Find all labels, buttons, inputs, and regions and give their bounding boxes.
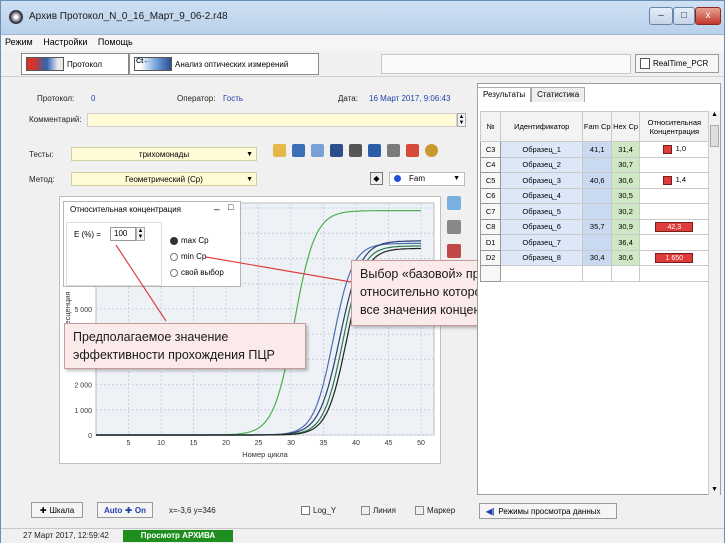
cell-well: C7 bbox=[479, 203, 502, 220]
cell-hex-cp: 30,7 bbox=[611, 156, 640, 173]
view-modes-label: Режимы просмотра данных bbox=[498, 506, 601, 516]
cell-well bbox=[479, 265, 502, 282]
table-row[interactable]: C8 Образец_6 35,7 30,9 42,3 bbox=[479, 218, 711, 235]
cell-fam-cp: 30,4 bbox=[581, 249, 613, 266]
col-fam-cp[interactable]: Fam Cp bbox=[581, 111, 613, 142]
cell-hex-cp: 30,5 bbox=[611, 187, 640, 204]
col-identifier[interactable]: Идентификатор bbox=[500, 111, 583, 142]
cell-relative-concentration: 1,0 bbox=[638, 141, 711, 158]
efficiency-callout: Предполагаемое значение эффективности пр… bbox=[64, 323, 306, 369]
cell-hex-cp: 36,4 bbox=[611, 234, 640, 251]
cell-identifier: Образец_3 bbox=[500, 172, 583, 189]
cell-hex-cp: 30,9 bbox=[611, 218, 640, 235]
log-y-checkbox[interactable]: Log_Y bbox=[301, 506, 336, 516]
scroll-thumb[interactable] bbox=[710, 125, 719, 147]
cell-well: C3 bbox=[479, 141, 502, 158]
cell-identifier: Образец_6 bbox=[500, 218, 583, 235]
cell-well: C8 bbox=[479, 218, 502, 235]
cell-fam-cp bbox=[581, 234, 613, 251]
col-relative-concentration[interactable]: Относительная Концентрация bbox=[638, 111, 711, 142]
app-window: Архив Протокол_N_0_16_Март_9_06-2.r48 – … bbox=[0, 0, 725, 543]
efficiency-callout-line2: эффективности прохождения ПЦР bbox=[73, 348, 275, 362]
efficiency-callout-line1: Предполагаемое значение bbox=[73, 330, 229, 344]
view-modes-button[interactable]: ◀| Режимы просмотра данных bbox=[479, 503, 617, 519]
cell-identifier: Образец_5 bbox=[500, 203, 583, 220]
view-modes-icon: ◀| bbox=[486, 506, 495, 516]
cell-hex-cp: 30,6 bbox=[611, 172, 640, 189]
status-bar: 27 Март 2017, 12:59:42 Просмотр АРХИВА bbox=[1, 528, 724, 543]
cell-identifier: Образец_1 bbox=[500, 141, 583, 158]
cell-fam-cp bbox=[581, 187, 613, 204]
scroll-up-icon[interactable]: ▲ bbox=[709, 111, 720, 118]
results-table: № Идентификатор Fam Cp Hex Cp Относитель… bbox=[479, 111, 711, 282]
cell-identifier: Образец_7 bbox=[500, 234, 583, 251]
baseline-arrow bbox=[205, 256, 358, 284]
cell-fam-cp: 41,1 bbox=[581, 141, 613, 158]
table-row[interactable]: C6 Образец_4 30,5 bbox=[479, 187, 711, 204]
status-datetime: 27 Март 2017, 12:59:42 bbox=[23, 531, 109, 540]
checkbox-icon bbox=[301, 506, 310, 516]
table-row[interactable]: C5 Образец_3 40,6 30,6 1,4 bbox=[479, 172, 711, 189]
table-row[interactable]: C3 Образец_1 41,1 31,4 1,0 bbox=[479, 141, 711, 158]
tab-results[interactable]: Результаты bbox=[477, 87, 532, 102]
table-row[interactable]: C7 Образец_5 30,2 bbox=[479, 203, 711, 220]
results-scrollbar[interactable]: ▲ ▼ bbox=[708, 111, 720, 495]
results-tabs: Результаты Статистика bbox=[477, 87, 586, 102]
cell-fam-cp: 40,6 bbox=[581, 172, 613, 189]
status-mode-badge: Просмотр АРХИВА bbox=[123, 530, 233, 542]
cell-fam-cp bbox=[581, 265, 613, 282]
cell-identifier bbox=[500, 265, 583, 282]
cell-identifier: Образец_2 bbox=[500, 156, 583, 173]
scroll-down-icon[interactable]: ▼ bbox=[709, 486, 720, 493]
auto-on-button[interactable]: Auto ✚ On bbox=[97, 502, 153, 518]
table-row[interactable]: C4 Образец_2 30,7 bbox=[479, 156, 711, 173]
cursor-coords: x=-3,6 y=346 bbox=[169, 506, 216, 515]
cell-relative-concentration bbox=[638, 265, 711, 282]
cell-relative-concentration bbox=[638, 187, 711, 204]
marker-icon bbox=[415, 506, 424, 516]
cell-well: D2 bbox=[479, 249, 502, 266]
table-row[interactable]: D2 Образец_8 30,4 30,6 1 650 bbox=[479, 249, 711, 266]
cell-fam-cp bbox=[581, 156, 613, 173]
cell-relative-concentration bbox=[638, 234, 711, 251]
relconc-bar: 42,3 bbox=[655, 221, 694, 232]
relconc-marker-icon bbox=[662, 176, 672, 185]
cell-well: C5 bbox=[479, 172, 502, 189]
efficiency-arrow bbox=[115, 244, 167, 322]
cell-hex-cp: 30,2 bbox=[611, 203, 640, 220]
relconc-bar: 1 650 bbox=[655, 252, 694, 263]
cell-relative-concentration bbox=[638, 203, 711, 220]
col-hex-cp[interactable]: Hex Cp bbox=[611, 111, 640, 142]
table-row[interactable] bbox=[479, 265, 711, 282]
scale-button[interactable]: ✚ Шкала bbox=[31, 502, 83, 518]
line-toggle[interactable]: Линия bbox=[361, 506, 396, 516]
cell-well: C4 bbox=[479, 156, 502, 173]
cell-fam-cp bbox=[581, 203, 613, 220]
cell-hex-cp: 30,6 bbox=[611, 249, 640, 266]
cell-hex-cp bbox=[611, 265, 640, 282]
cell-relative-concentration: 1,4 bbox=[638, 172, 711, 189]
plus-icon: ✚ bbox=[39, 505, 47, 515]
cell-identifier: Образец_4 bbox=[500, 187, 583, 204]
tab-statistics[interactable]: Статистика bbox=[531, 87, 586, 102]
cell-well: D1 bbox=[479, 234, 502, 251]
cell-well: C6 bbox=[479, 187, 502, 204]
cell-relative-concentration: 42,3 bbox=[638, 218, 711, 235]
plus-icon: ✚ bbox=[125, 505, 132, 515]
marker-toggle[interactable]: Маркер bbox=[415, 506, 455, 516]
relconc-marker-icon bbox=[662, 145, 672, 154]
table-row[interactable]: D1 Образец_7 36,4 bbox=[479, 234, 711, 251]
cell-fam-cp: 35,7 bbox=[581, 218, 613, 235]
col-number[interactable]: № bbox=[479, 111, 502, 142]
cell-relative-concentration: 1 650 bbox=[638, 249, 711, 266]
cell-hex-cp: 31,4 bbox=[611, 141, 640, 158]
cell-identifier: Образец_8 bbox=[500, 249, 583, 266]
line-icon bbox=[361, 506, 370, 516]
cell-relative-concentration bbox=[638, 156, 711, 173]
